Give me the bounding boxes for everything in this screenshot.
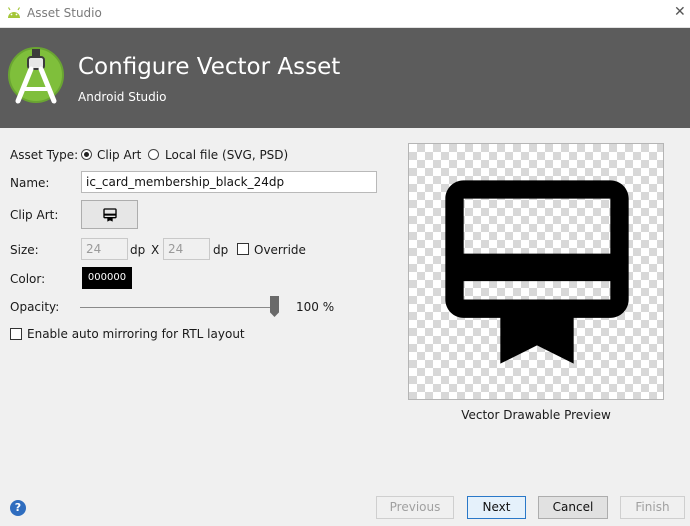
opacity-value: 100 % xyxy=(296,300,335,314)
wizard-header: Configure Vector Asset Android Studio xyxy=(0,28,690,128)
size-separator: X xyxy=(151,243,160,257)
color-swatch[interactable]: 000000 xyxy=(82,267,132,289)
opacity-slider-track[interactable] xyxy=(80,307,276,308)
asset-type-label: Asset Type: xyxy=(10,148,79,162)
override-checkbox[interactable] xyxy=(237,243,249,255)
title-bar: Asset Studio ✕ xyxy=(0,0,690,28)
preview-caption: Vector Drawable Preview xyxy=(461,408,611,422)
size-label: Size: xyxy=(10,243,39,257)
previous-button[interactable]: Previous xyxy=(376,496,454,519)
clip-art-radio-label[interactable]: Clip Art xyxy=(97,148,141,162)
opacity-slider-thumb[interactable] xyxy=(270,296,279,317)
local-file-radio[interactable] xyxy=(148,149,159,160)
page-title: Configure Vector Asset xyxy=(78,54,341,80)
vector-preview xyxy=(408,143,664,400)
name-input[interactable]: ic_card_membership_black_24dp xyxy=(81,171,377,193)
help-icon[interactable]: ? xyxy=(10,500,26,516)
card-membership-icon xyxy=(103,208,117,222)
size-height-input[interactable]: 24 xyxy=(163,238,210,260)
clip-art-label: Clip Art: xyxy=(10,208,59,222)
rtl-mirroring-label[interactable]: Enable auto mirroring for RTL layout xyxy=(27,327,245,341)
name-label: Name: xyxy=(10,176,50,190)
android-icon xyxy=(7,7,21,18)
opacity-label: Opacity: xyxy=(10,300,60,314)
size-height-unit: dp xyxy=(213,243,229,257)
size-width-unit: dp xyxy=(130,243,146,257)
android-studio-logo-icon xyxy=(8,47,64,104)
next-button[interactable]: Next xyxy=(467,496,526,519)
rtl-mirroring-checkbox[interactable] xyxy=(10,328,22,340)
color-label: Color: xyxy=(10,272,46,286)
clip-art-radio[interactable] xyxy=(81,149,92,160)
window-title: Asset Studio xyxy=(27,6,102,20)
local-file-radio-label[interactable]: Local file (SVG, PSD) xyxy=(165,148,288,162)
clip-art-button[interactable] xyxy=(81,200,138,229)
cancel-button[interactable]: Cancel xyxy=(538,496,608,519)
close-icon[interactable]: ✕ xyxy=(674,4,686,20)
override-label[interactable]: Override xyxy=(254,243,306,257)
size-width-input[interactable]: 24 xyxy=(81,238,128,260)
page-subtitle: Android Studio xyxy=(78,90,167,104)
card-membership-icon xyxy=(445,180,629,364)
finish-button[interactable]: Finish xyxy=(620,496,685,519)
